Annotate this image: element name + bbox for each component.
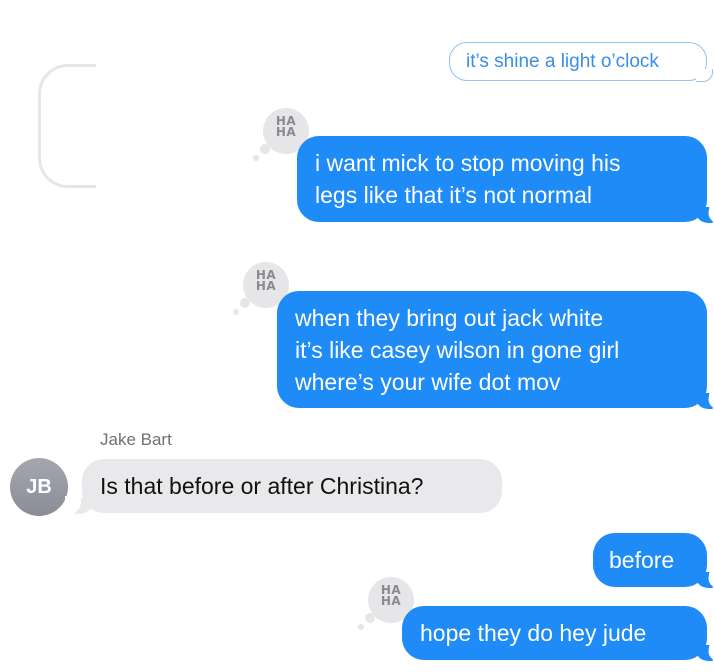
partial-bubble-outline — [38, 64, 96, 188]
message-text: before — [609, 547, 675, 573]
message-text-line: legs like that it’s not normal — [315, 182, 592, 208]
message-text-line: i want mick to stop moving his — [315, 150, 621, 176]
bubble-tail — [692, 572, 714, 588]
message-text-line: where’s your wife dot mov — [295, 369, 561, 395]
message-bubble-sent-1[interactable]: it’s shine a light o’clock — [449, 42, 713, 82]
message-bubble-sent-5[interactable]: hope they do hey jude — [402, 606, 714, 661]
message-bubble-received[interactable]: Is that before or after Christina? — [65, 459, 502, 514]
bubble-tail — [696, 69, 713, 82]
haha-label: HA HA — [275, 114, 297, 139]
message-text: hope they do hey jude — [420, 620, 647, 646]
sender-name: Jake Bart — [100, 430, 172, 449]
message-bubble-sent-4[interactable]: before — [593, 533, 714, 588]
haha-label: HA HA — [380, 583, 402, 608]
bubble-tail — [692, 207, 714, 223]
message-text: Is that before or after Christina? — [100, 473, 424, 499]
haha-label: HA HA — [255, 268, 277, 293]
avatar[interactable]: JB — [10, 458, 68, 516]
message-text-line: it’s like casey wilson in gone girl — [295, 337, 620, 363]
bubble-tail — [692, 393, 714, 409]
bubble-tail — [65, 496, 95, 514]
message-text: it’s shine a light o’clock — [466, 51, 659, 72]
bubble-tail — [692, 645, 714, 661]
message-text-line: when they bring out jack white — [295, 305, 604, 331]
message-bubble-sent-2[interactable]: i want mick to stop moving his legs like… — [297, 136, 714, 223]
message-bubble-sent-3[interactable]: when they bring out jack white it’s like… — [277, 291, 714, 409]
conversation-view: it’s shine a light o’clock HA HA i want m… — [0, 0, 714, 672]
